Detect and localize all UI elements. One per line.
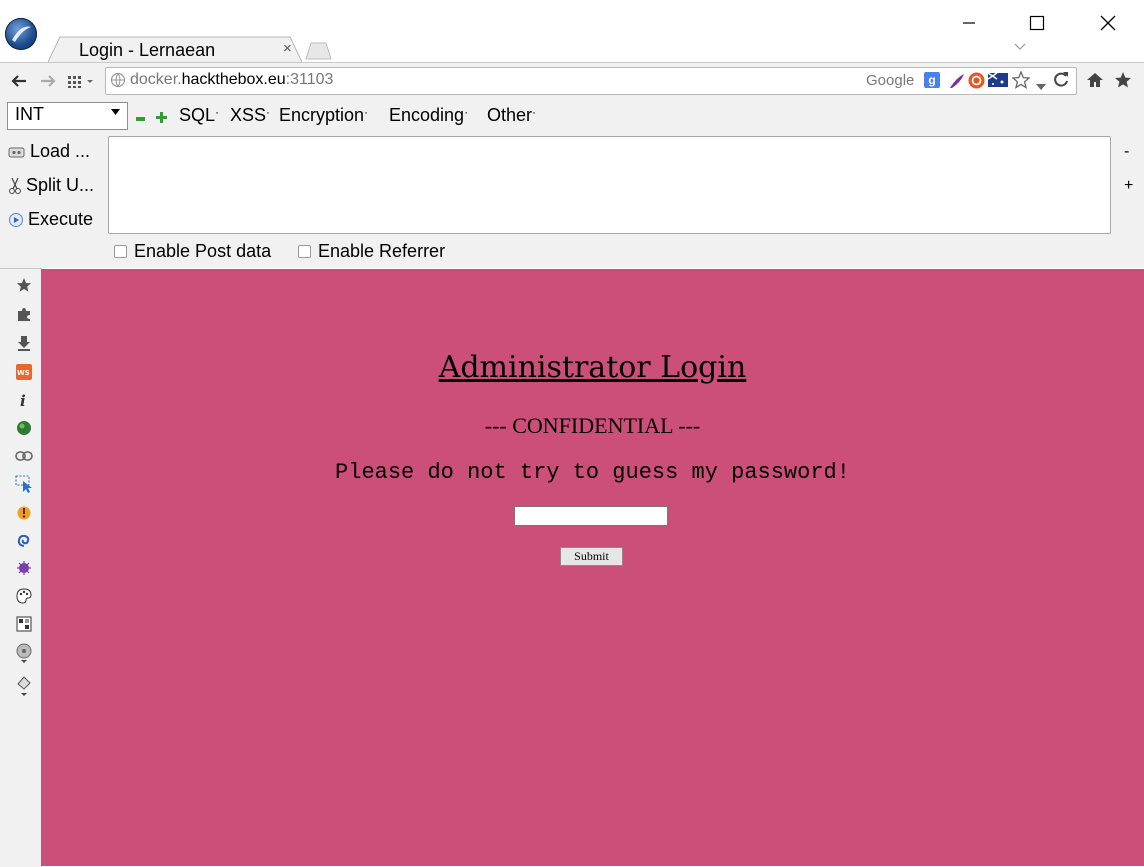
feather-icon[interactable]	[948, 72, 966, 95]
tab-close-icon[interactable]: ×	[283, 40, 292, 57]
menu-xss-label: XSS	[230, 105, 267, 125]
cursor-select-icon[interactable]	[14, 474, 34, 494]
confidential-label: --- CONFIDENTIAL ---	[484, 413, 701, 438]
tab-list-chevron-icon[interactable]	[1014, 40, 1026, 54]
globe-icon	[110, 72, 126, 93]
grid-icon[interactable]	[14, 614, 34, 634]
menu-dot: ·	[532, 105, 537, 119]
ubuntu-icon[interactable]	[968, 72, 985, 94]
palette-icon[interactable]	[14, 586, 34, 606]
close-icon	[1100, 15, 1116, 31]
web-developer-icon[interactable]: WS	[14, 362, 34, 382]
tab-title: Login - Lernaean	[79, 40, 216, 60]
load-icon	[8, 147, 25, 157]
menu-dot: ·	[364, 105, 369, 119]
password-input[interactable]	[514, 506, 668, 526]
svg-text:i: i	[20, 392, 26, 408]
svg-text:WS: WS	[17, 369, 30, 377]
forward-button[interactable]	[38, 70, 58, 92]
flag-icon[interactable]	[987, 72, 1008, 92]
type-select-value: INT	[15, 104, 44, 124]
apps-grid-button[interactable]	[66, 70, 96, 92]
bookmark-dropdown-icon[interactable]	[1036, 77, 1046, 95]
menu-other[interactable]: Other·	[487, 105, 536, 126]
url-textarea[interactable]	[108, 136, 1111, 234]
shrink-button[interactable]: -	[1124, 143, 1129, 161]
menu-sql-label: SQL	[179, 105, 216, 125]
url-subdomain: docker.	[130, 71, 182, 88]
menu-other-label: Other	[487, 105, 533, 125]
menu-dot: ·	[215, 105, 220, 119]
execute-button[interactable]: Execute	[8, 209, 93, 230]
load-url-button[interactable]: Load ...	[8, 141, 90, 162]
enable-post-label: Enable Post data	[134, 241, 272, 261]
swirl-icon[interactable]	[14, 530, 34, 550]
info-icon[interactable]: i	[14, 390, 34, 410]
menu-xss[interactable]: XSS·	[230, 105, 270, 126]
menu-sql[interactable]: SQL·	[179, 105, 219, 126]
back-button[interactable]	[9, 70, 29, 92]
load-url-label: Load ...	[30, 141, 91, 161]
checkbox-box	[114, 245, 127, 258]
favorites-star-icon[interactable]	[1114, 71, 1132, 94]
minimize-button[interactable]	[954, 8, 984, 38]
execute-label: Execute	[28, 209, 94, 229]
menu-dot: ·	[266, 105, 271, 119]
minimize-icon	[963, 22, 975, 24]
home-icon[interactable]	[1086, 71, 1104, 94]
back-arrow-icon	[11, 75, 26, 87]
bug-icon[interactable]	[14, 558, 34, 578]
link-icon[interactable]	[14, 446, 34, 466]
decrease-icon[interactable]	[136, 111, 146, 129]
url-port: :31103	[285, 71, 334, 88]
menu-encoding[interactable]: Encoding·	[389, 105, 468, 126]
enable-referrer-checkbox[interactable]: Enable Referrer	[298, 241, 445, 262]
puzzle-icon[interactable]	[14, 304, 34, 324]
expand-button[interactable]: +	[1124, 177, 1133, 195]
menu-encryption[interactable]: Encryption·	[279, 105, 368, 126]
close-window-button[interactable]	[1093, 8, 1123, 38]
checkbox-box	[298, 245, 311, 258]
split-url-label: Split U...	[26, 175, 95, 195]
password-warning: Please do not try to guess my password!	[335, 460, 850, 485]
execute-icon	[9, 212, 23, 227]
download-icon[interactable]	[14, 333, 34, 353]
menu-encoding-label: Encoding	[389, 105, 465, 125]
url-text[interactable]: docker.hackthebox.eu:31103	[130, 71, 333, 89]
disk-icon[interactable]	[14, 643, 34, 663]
google-search-icon[interactable]: g	[924, 72, 940, 88]
split-url-button[interactable]: Split U...	[8, 175, 94, 196]
submit-button[interactable]: Submit	[560, 547, 623, 566]
apps-grid-icon	[68, 76, 93, 88]
url-host: hackthebox.eu	[181, 71, 286, 88]
pen-icon[interactable]	[14, 675, 34, 696]
bookmark-star-icon[interactable]	[1011, 70, 1031, 94]
page-title: Administrator Login	[438, 350, 747, 385]
reload-icon[interactable]	[1052, 71, 1070, 94]
scissors-icon	[9, 177, 21, 194]
maximize-icon	[1029, 15, 1045, 31]
select-arrow-icon	[111, 107, 120, 118]
enable-referrer-label: Enable Referrer	[318, 241, 446, 261]
firebug-icon[interactable]	[14, 502, 34, 522]
enable-post-checkbox[interactable]: Enable Post data	[114, 241, 271, 262]
maximize-button[interactable]	[1022, 8, 1052, 38]
forward-arrow-icon	[41, 75, 56, 87]
menu-encryption-label: Encryption	[279, 105, 365, 125]
green-globe-icon[interactable]	[14, 418, 34, 438]
search-engine-label[interactable]: Google	[866, 72, 914, 89]
increase-icon[interactable]	[156, 110, 167, 128]
menu-dot: ·	[464, 105, 469, 119]
browser-logo-icon[interactable]	[5, 18, 37, 50]
new-tab-button[interactable]	[304, 42, 332, 60]
star-icon[interactable]	[14, 275, 34, 295]
